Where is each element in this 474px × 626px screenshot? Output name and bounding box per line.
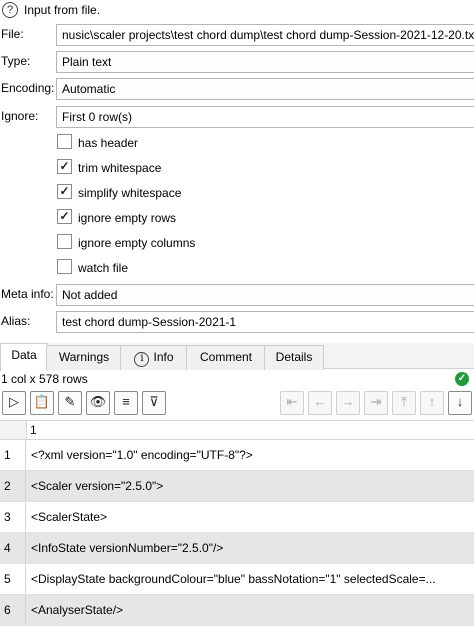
ignore-empty-rows-label: ignore empty rows xyxy=(78,210,177,225)
alias-field[interactable]: test chord dump-Session-2021-1 xyxy=(56,311,474,333)
simplify-whitespace-checkbox[interactable]: ✓ xyxy=(57,184,72,200)
table-row[interactable]: 3 <ScalerState> xyxy=(0,502,474,533)
tab-warnings-label: Warnings xyxy=(58,350,110,364)
table-header: 1 xyxy=(0,420,474,440)
table-cell[interactable]: <Scaler version="2.5.0"> xyxy=(31,471,474,501)
row-header[interactable]: 4 xyxy=(0,533,26,563)
first-row-icon[interactable]: ⤒ xyxy=(392,391,416,415)
row-header[interactable]: 1 xyxy=(0,440,26,470)
dialog-title: Input from file. xyxy=(24,3,101,17)
has-header-option[interactable]: has header xyxy=(57,134,138,152)
table-row[interactable]: 1 <?xml version="1.0" encoding="UTF-8"?> xyxy=(0,440,474,471)
next-row-icon[interactable]: ↓ xyxy=(448,391,472,415)
edit-pen-icon[interactable]: ✎ xyxy=(58,391,82,415)
table-cell[interactable]: <ScalerState> xyxy=(31,502,474,532)
watch-file-label: watch file xyxy=(78,260,129,275)
open-view-icon[interactable]: ▷ xyxy=(2,391,26,415)
eye-preview-icon[interactable]: 👁 xyxy=(86,391,110,415)
encoding-select[interactable]: Automatic xyxy=(56,78,474,100)
file-path-field[interactable]: nusic\scaler projects\test chord dump\te… xyxy=(56,24,474,46)
column-header-1[interactable]: 1 xyxy=(30,423,37,437)
tab-warnings[interactable]: Warnings xyxy=(46,345,122,370)
row-header[interactable]: 5 xyxy=(0,564,26,594)
watch-file-option[interactable]: watch file xyxy=(57,259,128,277)
watch-file-checkbox[interactable] xyxy=(57,259,72,275)
ignore-empty-columns-label: ignore empty columns xyxy=(78,235,196,250)
tab-bar: Data Warnings i Info Comment Details xyxy=(0,343,474,371)
ignore-rows-field[interactable]: First 0 row(s) xyxy=(56,106,474,128)
next-column-icon[interactable]: → xyxy=(336,391,360,415)
previous-row-icon[interactable]: ↑ xyxy=(420,391,444,415)
ignore-label: Ignore: xyxy=(1,109,39,123)
table-corner[interactable] xyxy=(0,421,27,439)
info-icon: i xyxy=(134,352,150,367)
type-select[interactable]: Plain text xyxy=(56,51,474,73)
row-header[interactable]: 3 xyxy=(0,502,26,532)
tab-details-label: Details xyxy=(275,350,313,364)
last-column-icon[interactable]: ⇥ xyxy=(364,391,388,415)
table-cell[interactable]: <?xml version="1.0" encoding="UTF-8"?> xyxy=(31,440,474,470)
table-cell[interactable]: <InfoState versionNumber="2.5.0"/> xyxy=(31,533,474,563)
meta-info-select[interactable]: Not added xyxy=(56,284,474,306)
table-cell[interactable]: <AnalyserState/> xyxy=(31,595,474,625)
data-table: 1 1 <?xml version="1.0" encoding="UTF-8"… xyxy=(0,420,474,626)
simplify-whitespace-option[interactable]: ✓ simplify whitespace xyxy=(57,184,181,202)
ignore-empty-columns-checkbox[interactable] xyxy=(57,234,72,250)
help-icon[interactable]: ? xyxy=(2,2,18,18)
tab-comment[interactable]: Comment xyxy=(186,345,266,370)
row-header[interactable]: 6 xyxy=(0,595,26,625)
first-column-icon[interactable]: ⇤ xyxy=(280,391,304,415)
table-cell[interactable]: <DisplayState backgroundColour="blue" ba… xyxy=(31,564,474,594)
tab-info-label: Info xyxy=(153,350,174,364)
tab-details[interactable]: Details xyxy=(264,345,324,370)
filter-icon[interactable]: ⊽ xyxy=(142,391,166,415)
table-row[interactable]: 6 <AnalyserState/> xyxy=(0,595,474,626)
trim-whitespace-label: trim whitespace xyxy=(78,160,162,175)
row-count-label: 1 col x 578 rows xyxy=(1,372,88,386)
previous-column-icon[interactable]: ← xyxy=(308,391,332,415)
encoding-label: Encoding: xyxy=(1,81,55,95)
tab-data-label: Data xyxy=(11,348,37,362)
ok-check-icon: ✓ xyxy=(455,372,469,386)
paste-icon[interactable]: 📋 xyxy=(30,391,54,415)
table-row[interactable]: 2 <Scaler version="2.5.0"> xyxy=(0,471,474,502)
sort-lines-icon[interactable]: ≡ xyxy=(114,391,138,415)
file-label: File: xyxy=(1,27,24,41)
row-header[interactable]: 2 xyxy=(0,471,26,501)
ignore-empty-rows-checkbox[interactable]: ✓ xyxy=(57,209,72,225)
ignore-empty-columns-option[interactable]: ignore empty columns xyxy=(57,234,195,252)
alias-label: Alias: xyxy=(1,314,31,328)
simplify-whitespace-label: simplify whitespace xyxy=(78,185,182,200)
tab-info[interactable]: i Info xyxy=(120,345,188,370)
table-row[interactable]: 5 <DisplayState backgroundColour="blue" … xyxy=(0,564,474,595)
has-header-checkbox[interactable] xyxy=(57,134,72,150)
tab-data[interactable]: Data xyxy=(0,343,48,371)
ignore-empty-rows-option[interactable]: ✓ ignore empty rows xyxy=(57,209,176,227)
trim-whitespace-checkbox[interactable]: ✓ xyxy=(57,159,72,175)
tab-comment-label: Comment xyxy=(199,350,252,364)
table-row[interactable]: 4 <InfoState versionNumber="2.5.0"/> xyxy=(0,533,474,564)
trim-whitespace-option[interactable]: ✓ trim whitespace xyxy=(57,159,161,177)
meta-info-label: Meta info: xyxy=(1,287,54,301)
has-header-label: has header xyxy=(78,135,139,150)
type-label: Type: xyxy=(1,54,31,68)
